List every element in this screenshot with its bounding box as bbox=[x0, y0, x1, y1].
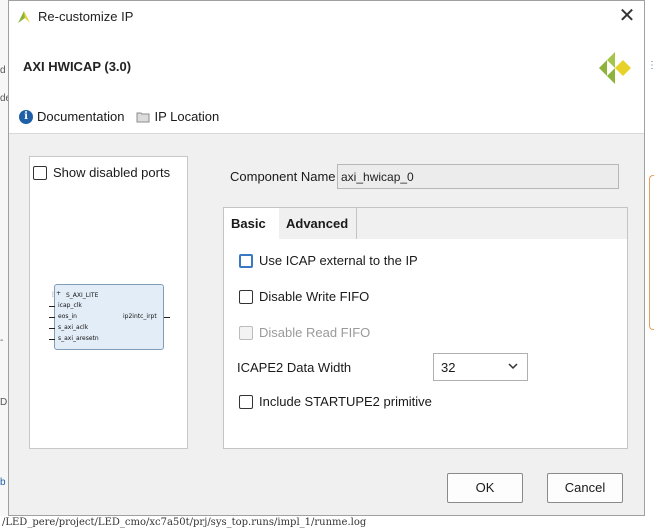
port-pin bbox=[49, 339, 55, 340]
show-disabled-ports-label: Show disabled ports bbox=[53, 165, 171, 180]
ip-location-label: IP Location bbox=[154, 109, 220, 124]
xilinx-logo-icon bbox=[599, 52, 631, 84]
bg-fragment: D bbox=[0, 397, 8, 408]
icape2-data-width-label: ICAPE2 Data Width bbox=[237, 360, 352, 375]
background-right-strip: ⋮ bbox=[645, 0, 654, 529]
background-log-path: /LED_pere/project/LED_cmo/xc7a50t/prj/sy… bbox=[0, 516, 654, 529]
config-tab-pane: Basic Advanced Use ICAP external to the … bbox=[223, 207, 628, 449]
show-disabled-ports-row[interactable]: Show disabled ports bbox=[33, 165, 170, 180]
port-pin bbox=[164, 317, 170, 318]
bg-fragment: - bbox=[0, 335, 4, 346]
folder-icon bbox=[136, 112, 150, 122]
dialog-header: AXI HWICAP (3.0) i Documentation IP Loca… bbox=[9, 32, 644, 134]
component-name-input[interactable] bbox=[337, 164, 619, 189]
show-disabled-ports-checkbox[interactable] bbox=[33, 165, 47, 180]
port-label: s_axi_aclk bbox=[58, 324, 89, 331]
documentation-link[interactable]: i Documentation bbox=[19, 109, 124, 124]
use-icap-external-checkbox[interactable] bbox=[239, 253, 253, 268]
ip-symbol-block: ⋮ + S_AXI_LITE icap_clk eos_in s_axi_acl… bbox=[49, 284, 170, 350]
disable-read-fifo-row: Disable Read FIFO bbox=[239, 325, 370, 340]
port-pin bbox=[49, 328, 55, 329]
info-icon: i bbox=[19, 109, 33, 124]
icape2-data-width-value: 32 bbox=[441, 360, 456, 375]
disable-write-fifo-checkbox[interactable] bbox=[239, 289, 253, 304]
port-label: eos_in bbox=[58, 313, 77, 320]
include-startupe2-checkbox[interactable] bbox=[239, 394, 253, 409]
header-links: i Documentation IP Location bbox=[19, 109, 231, 124]
port-pin bbox=[49, 317, 55, 318]
disable-read-fifo-label: Disable Read FIFO bbox=[259, 325, 371, 340]
port-label: ip2intc_irpt bbox=[123, 313, 157, 320]
bg-orange-frame bbox=[649, 175, 654, 330]
tab-basic[interactable]: Basic bbox=[224, 208, 279, 239]
close-icon: ✕ bbox=[618, 5, 636, 27]
ip-title: AXI HWICAP (3.0) bbox=[23, 59, 132, 74]
chevron-down-icon bbox=[508, 363, 518, 370]
ok-button[interactable]: OK bbox=[447, 473, 523, 503]
window-title: Re-customize IP bbox=[38, 9, 134, 24]
recustomize-ip-dialog: Re-customize IP ✕ AXI HWICAP (3.0) i Doc… bbox=[8, 0, 645, 516]
component-name-label: Component Name bbox=[230, 169, 336, 184]
port-pin bbox=[49, 306, 55, 307]
bg-dots: ⋮ bbox=[647, 60, 654, 71]
ip-symbol-panel: Show disabled ports ⋮ + S_AXI_LITE icap_… bbox=[29, 156, 188, 449]
ip-location-link[interactable]: IP Location bbox=[136, 109, 219, 124]
basic-tab-content: Use ICAP external to the IP Disable Writ… bbox=[224, 239, 627, 448]
tab-advanced[interactable]: Advanced bbox=[279, 208, 357, 239]
port-plus-icon: + bbox=[56, 290, 62, 297]
icape2-data-width-select[interactable]: 32 bbox=[433, 353, 528, 381]
bg-fragment: d bbox=[0, 65, 6, 76]
bg-fragment: b bbox=[0, 477, 6, 488]
include-startupe2-row[interactable]: Include STARTUPE2 primitive bbox=[239, 394, 432, 409]
title-bar: Re-customize IP ✕ bbox=[9, 1, 644, 32]
background-left-strip: d de - D b bbox=[0, 0, 11, 529]
use-icap-external-row[interactable]: Use ICAP external to the IP bbox=[239, 253, 418, 268]
disable-write-fifo-row[interactable]: Disable Write FIFO bbox=[239, 289, 369, 304]
port-label: s_axi_aresetn bbox=[58, 335, 99, 342]
port-label: icap_clk bbox=[58, 302, 82, 309]
disable-read-fifo-checkbox bbox=[239, 325, 253, 340]
disable-write-fifo-label: Disable Write FIFO bbox=[259, 289, 370, 304]
use-icap-external-label: Use ICAP external to the IP bbox=[259, 253, 418, 268]
vivado-logo-icon bbox=[18, 11, 30, 23]
include-startupe2-label: Include STARTUPE2 primitive bbox=[259, 394, 432, 409]
cancel-button[interactable]: Cancel bbox=[547, 473, 623, 503]
documentation-label: Documentation bbox=[37, 109, 125, 124]
port-label: S_AXI_LITE bbox=[66, 292, 99, 299]
close-button[interactable]: ✕ bbox=[616, 5, 638, 27]
